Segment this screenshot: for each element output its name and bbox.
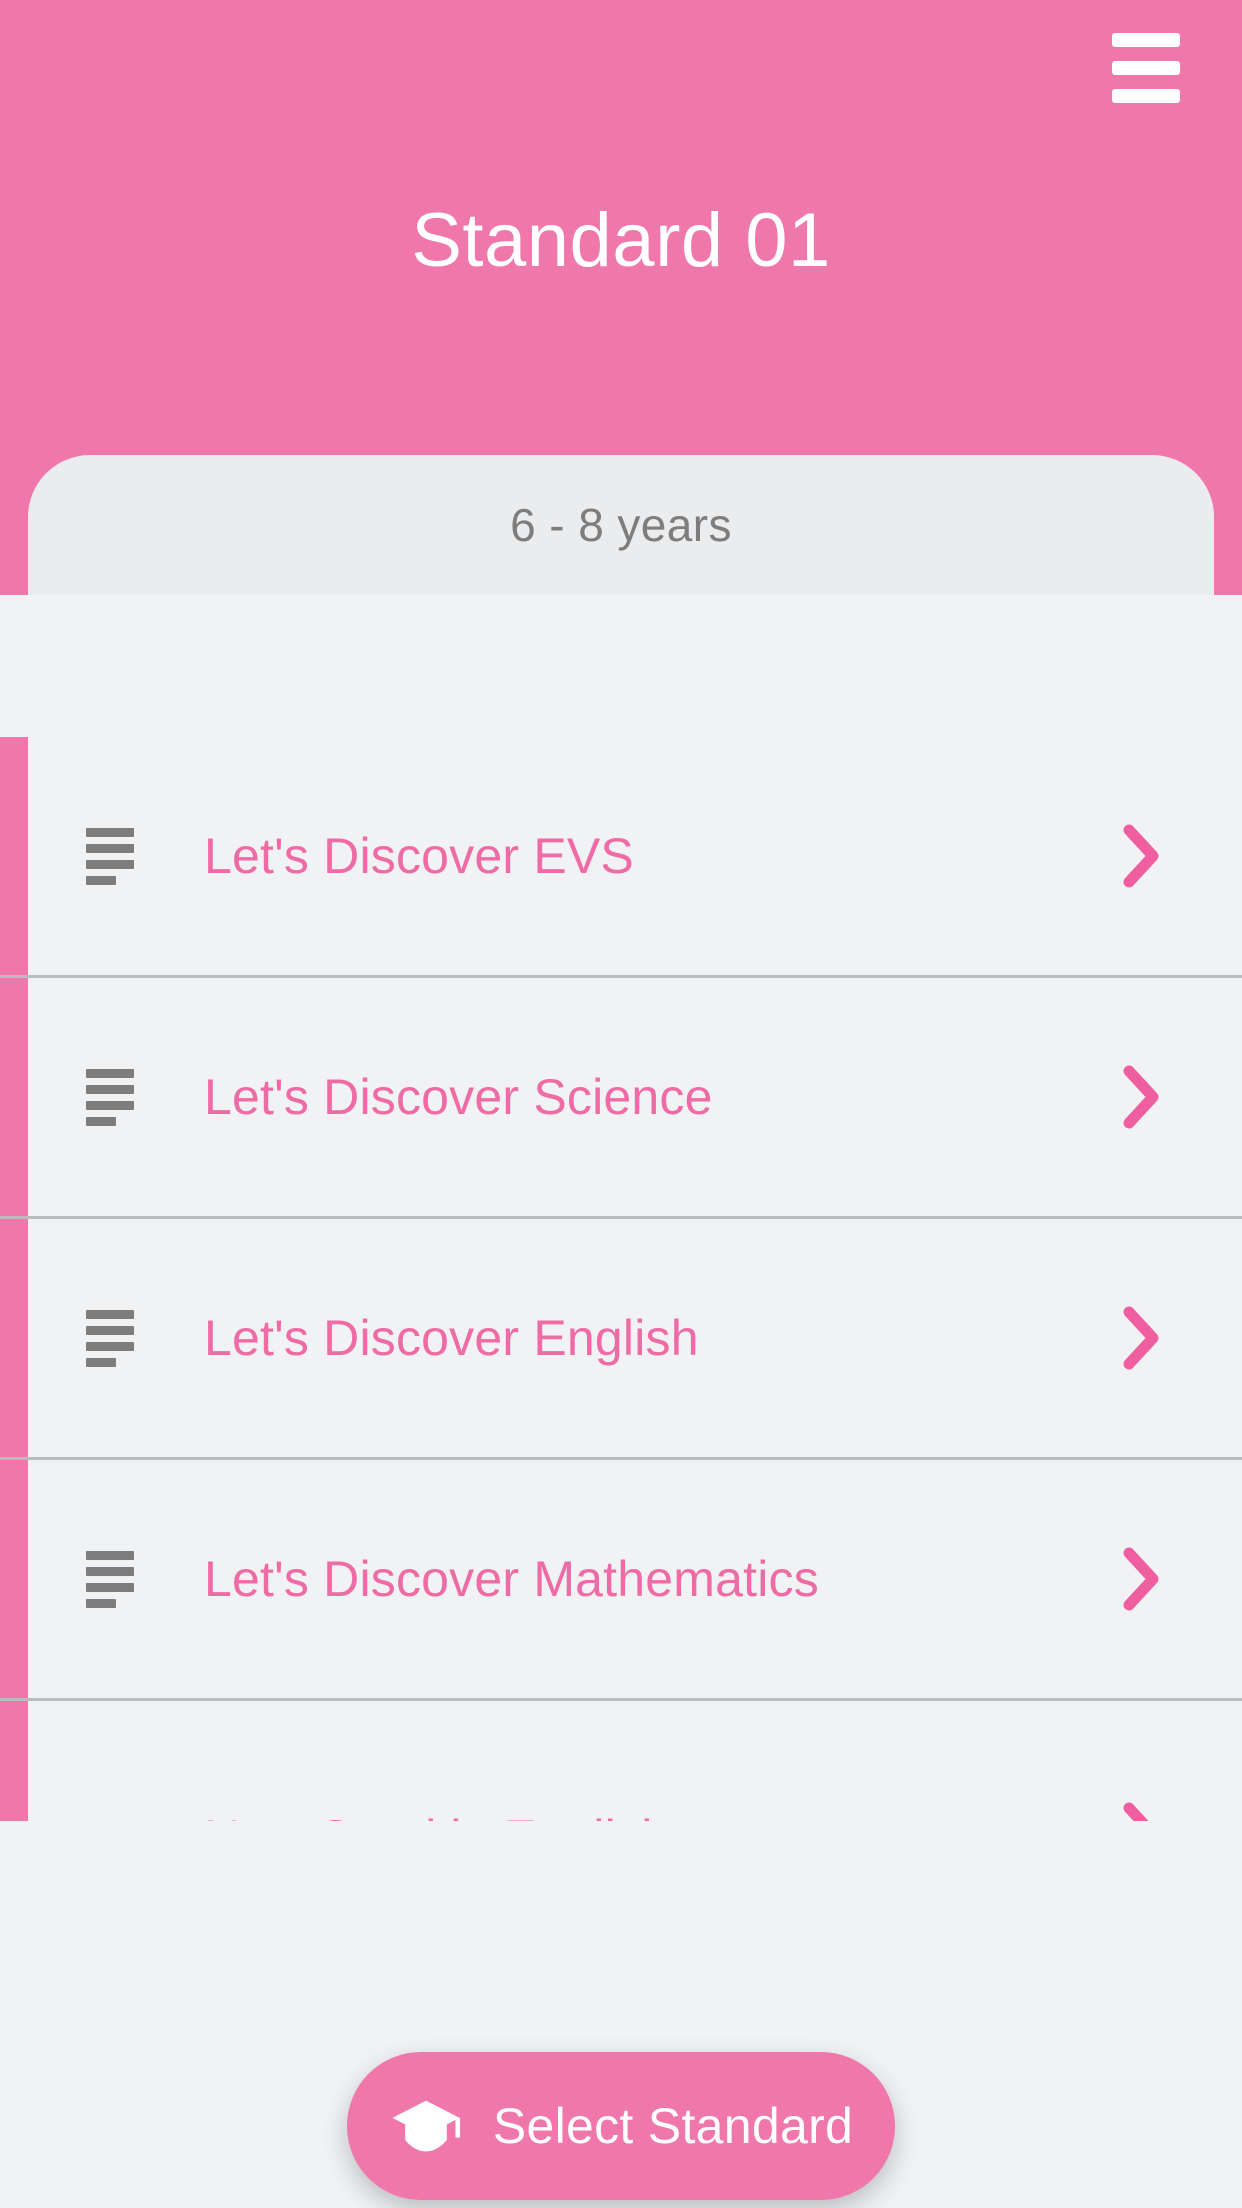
row-content: New Sparkle English [28, 1801, 1242, 1821]
app-header: Standard 01 [0, 0, 1242, 460]
list-lines-icon [86, 827, 138, 885]
list-item-label: Let's Discover English [204, 1310, 699, 1366]
list-item[interactable]: Let's Discover English [0, 1219, 1242, 1457]
list-item-label: Let's Discover Mathematics [204, 1551, 819, 1607]
chevron-right-icon[interactable] [1122, 823, 1162, 889]
hamburger-menu-icon[interactable] [1098, 30, 1194, 106]
list-item[interactable]: Let's Discover Mathematics [0, 1460, 1242, 1698]
select-standard-button[interactable]: Select Standard [347, 2052, 895, 2200]
list-item[interactable]: Let's Discover Science [0, 978, 1242, 1216]
row-accent-bar [0, 978, 28, 1216]
row-accent-bar [0, 1219, 28, 1457]
list-lines-icon [86, 1550, 138, 1608]
row-accent-bar [0, 737, 28, 975]
list-item[interactable]: New Sparkle English [0, 1701, 1242, 1821]
row-content: Let's Discover English [28, 1219, 1242, 1457]
select-standard-label: Select Standard [492, 2098, 854, 2154]
list-top-spacer [0, 595, 1242, 737]
chevron-right-icon[interactable] [1122, 1305, 1162, 1371]
list-item-label: New Sparkle English [204, 1809, 1122, 1821]
hamburger-bar-1 [1112, 33, 1180, 47]
list-item-label: Let's Discover Science [204, 1069, 713, 1125]
page-title: Standard 01 [411, 198, 831, 283]
list-lines-icon [86, 1068, 138, 1126]
age-range-label: 6 - 8 years [510, 499, 732, 551]
hamburger-bar-3 [1112, 89, 1180, 103]
hamburger-bar-2 [1112, 61, 1180, 75]
row-content: Let's Discover Science [28, 978, 1242, 1216]
row-content: Let's Discover Mathematics [28, 1460, 1242, 1698]
app-root: Standard 01 6 - 8 years Let's Discover E… [0, 0, 1242, 2208]
list-lines-icon [86, 1309, 138, 1367]
row-accent-bar [0, 1701, 28, 1821]
chevron-right-icon[interactable] [1122, 1801, 1162, 1821]
list-item[interactable]: Let's Discover EVS [0, 737, 1242, 975]
list-item-label: Let's Discover EVS [204, 828, 634, 884]
graduation-cap-icon [389, 2089, 463, 2163]
chevron-right-icon[interactable] [1122, 1064, 1162, 1130]
row-content: Let's Discover EVS [28, 737, 1242, 975]
book-list: Let's Discover EVS Let's Discover Scienc… [0, 595, 1242, 2208]
chevron-right-icon[interactable] [1122, 1546, 1162, 1612]
row-accent-bar [0, 1460, 28, 1698]
age-range-card: 6 - 8 years [28, 455, 1214, 595]
